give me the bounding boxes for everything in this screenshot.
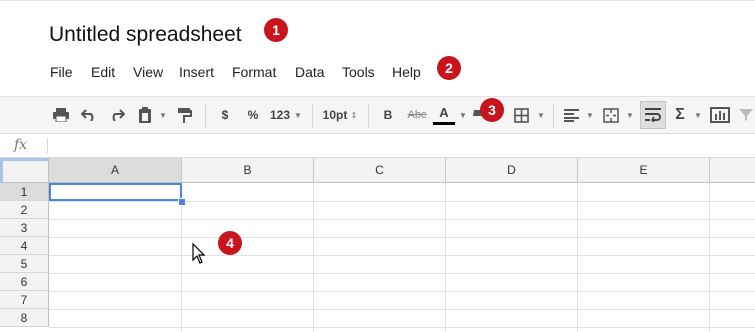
spreadsheet-grid: A B C D E 1 2 3 4 5 6 7 8 bbox=[0, 158, 755, 332]
toolbar-divider bbox=[312, 104, 313, 128]
menu-edit[interactable]: Edit bbox=[91, 64, 115, 80]
filter-icon[interactable] bbox=[738, 97, 754, 133]
merge-chevron-down-icon[interactable]: ▼ bbox=[624, 97, 636, 133]
font-size-select[interactable]: 10pt bbox=[320, 97, 350, 133]
align-chevron-down-icon[interactable]: ▼ bbox=[584, 97, 596, 133]
menu-data[interactable]: Data bbox=[295, 64, 325, 80]
title-bar: Untitled spreadsheet File Edit View Inse… bbox=[0, 0, 755, 96]
menu-insert[interactable]: Insert bbox=[179, 64, 214, 80]
row-header-4[interactable]: 4 bbox=[0, 237, 49, 255]
print-icon[interactable] bbox=[50, 97, 72, 133]
insert-chart-icon[interactable] bbox=[708, 97, 732, 133]
row-header-3[interactable]: 3 bbox=[0, 219, 49, 237]
grid-line bbox=[49, 237, 755, 238]
text-color-letter: A bbox=[439, 104, 449, 120]
grid-line bbox=[49, 291, 755, 292]
grid-line bbox=[49, 201, 755, 202]
row-header-5[interactable]: 5 bbox=[0, 255, 49, 273]
font-size-stepper-icon[interactable]: ⇕ bbox=[350, 97, 358, 133]
percent-format-button[interactable]: % bbox=[242, 97, 264, 133]
horizontal-align-icon[interactable] bbox=[560, 97, 582, 133]
document-title[interactable]: Untitled spreadsheet bbox=[49, 23, 242, 47]
callout-badge-1: 1 bbox=[264, 18, 288, 42]
functions-chevron-down-icon[interactable]: ▼ bbox=[692, 97, 704, 133]
grid-line bbox=[49, 327, 755, 328]
grid-line bbox=[445, 183, 446, 332]
merge-cells-icon[interactable] bbox=[600, 97, 622, 133]
callout-badge-2: 2 bbox=[437, 56, 461, 80]
menu-help[interactable]: Help bbox=[392, 64, 421, 80]
toolbar-divider bbox=[553, 104, 554, 128]
toolbar: ▼ $ % 123 ▼ 10pt ⇕ B Abc A ▼ ▼ ▼ ▼ Σ ▼ bbox=[0, 96, 755, 134]
formula-bar: fx bbox=[0, 134, 755, 158]
grid-line bbox=[709, 183, 710, 332]
grid-line bbox=[49, 219, 755, 220]
redo-icon[interactable] bbox=[106, 97, 128, 133]
mouse-pointer-icon bbox=[192, 243, 206, 264]
borders-icon[interactable] bbox=[510, 97, 532, 133]
row-header-6[interactable]: 6 bbox=[0, 273, 49, 291]
strikethrough-button[interactable]: Abc bbox=[404, 97, 430, 133]
text-color-chevron-down-icon[interactable]: ▼ bbox=[458, 97, 468, 133]
paint-format-icon[interactable] bbox=[174, 97, 196, 133]
functions-button[interactable]: Σ bbox=[670, 97, 690, 133]
number-format-chevron-down-icon[interactable]: ▼ bbox=[292, 97, 304, 133]
menu-view[interactable]: View bbox=[133, 64, 163, 80]
grid-line bbox=[49, 309, 755, 310]
text-color-button[interactable]: A bbox=[432, 97, 456, 133]
column-header-a[interactable]: A bbox=[49, 158, 182, 183]
paste-icon[interactable] bbox=[134, 97, 156, 133]
active-cell-a1[interactable] bbox=[49, 183, 182, 201]
bold-button[interactable]: B bbox=[378, 97, 398, 133]
frozen-column-handle[interactable] bbox=[0, 158, 3, 183]
paste-dropdown-chevron-down-icon[interactable]: ▼ bbox=[158, 97, 168, 133]
grid-line bbox=[313, 183, 314, 332]
toolbar-divider bbox=[205, 104, 206, 128]
grid-line bbox=[577, 183, 578, 332]
wrap-text-button[interactable] bbox=[640, 101, 666, 129]
frozen-row-handle[interactable] bbox=[0, 158, 49, 161]
row-header-2[interactable]: 2 bbox=[0, 201, 49, 219]
text-color-swatch bbox=[433, 121, 455, 125]
menu-file[interactable]: File bbox=[50, 64, 73, 80]
grid-line bbox=[49, 273, 755, 274]
menu-tools[interactable]: Tools bbox=[342, 64, 375, 80]
select-all-corner[interactable] bbox=[0, 158, 49, 183]
column-header-next[interactable] bbox=[710, 158, 755, 183]
fx-icon: fx bbox=[14, 137, 28, 153]
wrap-text-icon bbox=[645, 108, 661, 122]
formula-divider bbox=[47, 138, 48, 154]
currency-format-button[interactable]: $ bbox=[214, 97, 236, 133]
column-header-c[interactable]: C bbox=[314, 158, 446, 183]
column-header-d[interactable]: D bbox=[446, 158, 578, 183]
row-header-7[interactable]: 7 bbox=[0, 291, 49, 309]
column-header-e[interactable]: E bbox=[578, 158, 710, 183]
row-header-8[interactable]: 8 bbox=[0, 309, 49, 327]
undo-icon[interactable] bbox=[78, 97, 100, 133]
toolbar-divider bbox=[368, 104, 369, 128]
menu-format[interactable]: Format bbox=[232, 64, 276, 80]
borders-chevron-down-icon[interactable]: ▼ bbox=[535, 97, 547, 133]
callout-badge-3: 3 bbox=[480, 98, 504, 122]
grid-line bbox=[49, 255, 755, 256]
callout-badge-4: 4 bbox=[218, 231, 242, 255]
row-header-1[interactable]: 1 bbox=[0, 183, 49, 201]
formula-input[interactable] bbox=[52, 134, 752, 157]
column-header-b[interactable]: B bbox=[182, 158, 314, 183]
fill-handle[interactable] bbox=[178, 198, 186, 206]
number-format-button[interactable]: 123 bbox=[268, 97, 292, 133]
